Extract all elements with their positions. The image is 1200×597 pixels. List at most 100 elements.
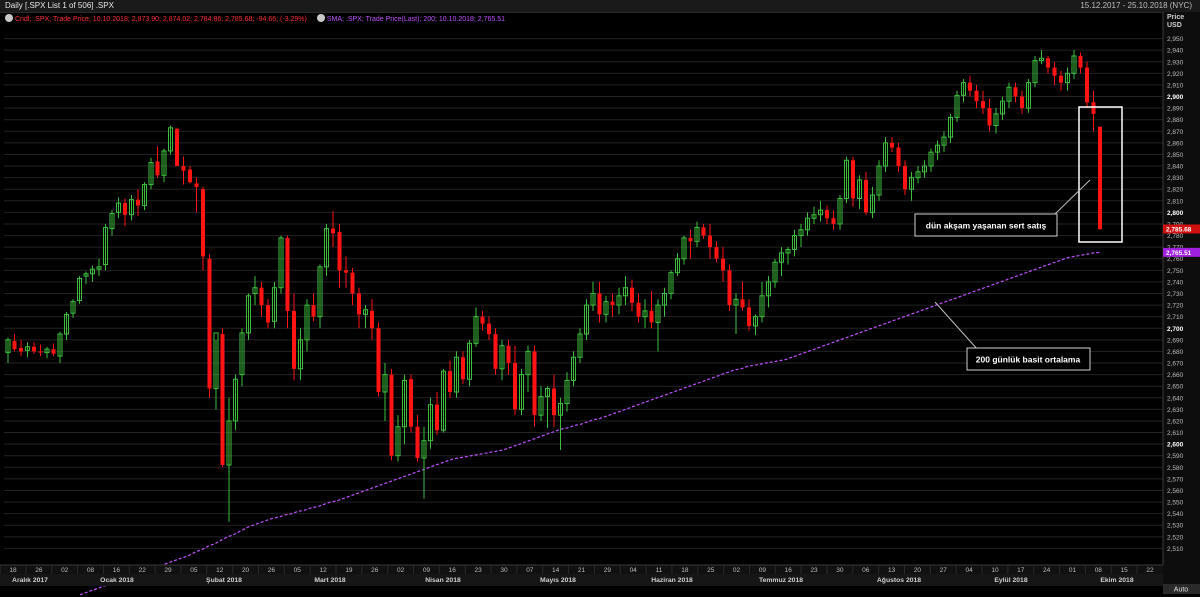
candle-body xyxy=(187,169,193,183)
candle-body xyxy=(831,218,836,224)
candle-body xyxy=(1091,102,1096,114)
candle xyxy=(291,293,297,381)
y-tick-label: 2,900 xyxy=(1167,94,1184,101)
candle xyxy=(993,108,999,134)
candle xyxy=(128,195,135,221)
candle xyxy=(791,229,798,257)
candle-body xyxy=(447,371,453,392)
candle xyxy=(337,223,342,288)
y-tick-label: 2,830 xyxy=(1167,175,1184,182)
candle xyxy=(506,339,511,375)
candle xyxy=(1006,82,1012,109)
y-tick-label: 2,690 xyxy=(1167,337,1184,344)
y-tick-label: 2,850 xyxy=(1167,152,1184,159)
candle-body xyxy=(389,374,394,456)
month-label: Eylül 2018 xyxy=(994,577,1027,584)
candle xyxy=(740,281,745,311)
candle xyxy=(76,276,83,304)
candle xyxy=(941,131,947,153)
candle-body xyxy=(369,310,375,329)
candle xyxy=(583,299,590,340)
candle-body xyxy=(649,310,654,323)
candle-body xyxy=(337,232,342,271)
candle xyxy=(1058,71,1064,91)
candle xyxy=(577,328,583,364)
candle xyxy=(1025,79,1032,113)
candle xyxy=(382,363,388,421)
candle xyxy=(109,210,115,236)
candle xyxy=(304,299,310,352)
candle-body xyxy=(122,203,128,215)
candle xyxy=(850,156,856,207)
x-tick-label: 10 xyxy=(991,567,999,574)
candle-body xyxy=(1084,67,1090,103)
y-tick-label: 2,590 xyxy=(1167,453,1184,460)
candle xyxy=(207,254,212,398)
x-tick-label: 02 xyxy=(397,567,405,574)
candle-body xyxy=(824,210,830,219)
candle-body xyxy=(480,316,485,324)
y-tick-label: 2,640 xyxy=(1167,395,1184,402)
candle-body xyxy=(512,363,518,410)
candle-body xyxy=(636,302,641,317)
candle xyxy=(525,345,531,392)
x-tick-label: 16 xyxy=(449,567,457,574)
candle-body xyxy=(896,147,901,167)
candle-body xyxy=(701,227,706,236)
month-label: Şubat 2018 xyxy=(206,577,242,584)
candle xyxy=(974,84,979,109)
x-tick-label: 23 xyxy=(810,567,818,574)
candle xyxy=(317,264,323,329)
x-tick-label: 27 xyxy=(940,567,948,574)
candle xyxy=(674,252,681,277)
candle-body xyxy=(350,272,355,294)
candle xyxy=(967,75,973,97)
candle xyxy=(434,391,440,435)
y-tick-label: 2,920 xyxy=(1167,71,1184,78)
candle-body xyxy=(974,90,979,102)
candle-body xyxy=(415,426,420,459)
candle xyxy=(746,299,752,331)
y-tick-label: 2,700 xyxy=(1167,326,1184,333)
candle xyxy=(1071,50,1077,80)
candle xyxy=(908,171,915,201)
candle xyxy=(1078,52,1083,74)
candle-body xyxy=(259,287,264,306)
x-tick-label: 01 xyxy=(1069,567,1077,574)
x-tick-label: 13 xyxy=(888,567,896,574)
x-tick-label: 18 xyxy=(681,567,689,574)
candle xyxy=(856,175,863,209)
month-label: Ağustos 2018 xyxy=(877,577,921,584)
x-tick-label: 29 xyxy=(164,567,172,574)
candle-body xyxy=(889,142,895,148)
candle-body xyxy=(1019,96,1025,109)
candle xyxy=(649,291,654,329)
sma-series xyxy=(79,251,1101,596)
candle-body xyxy=(688,237,693,242)
candle-body xyxy=(707,235,713,248)
candle xyxy=(636,293,641,323)
x-tick-label: 07 xyxy=(526,567,534,574)
auto-button[interactable]: Auto xyxy=(1174,587,1189,594)
candle-body xyxy=(38,351,43,353)
y-tick-label: 2,750 xyxy=(1167,268,1184,275)
candle-body xyxy=(460,357,466,380)
month-label: Haziran 2018 xyxy=(651,577,693,584)
month-band xyxy=(0,574,1163,586)
y-tick-label: 2,910 xyxy=(1167,82,1184,89)
candle xyxy=(232,374,239,431)
candle-body xyxy=(1078,55,1083,68)
candle xyxy=(1019,90,1025,114)
candle-body xyxy=(200,189,206,257)
candle-body xyxy=(174,128,180,167)
candle xyxy=(259,281,264,317)
x-tick-label: 08 xyxy=(1095,567,1103,574)
candle xyxy=(473,307,479,347)
candle-body xyxy=(746,307,752,326)
price-chart[interactable]: PriceUSD 2,510 2,520 2,530 2,540 2,550 2,560 2,… xyxy=(0,0,1200,597)
candle-body xyxy=(181,166,186,171)
x-tick-label: 08 xyxy=(87,567,95,574)
candle xyxy=(38,344,43,357)
candle xyxy=(5,337,11,364)
candle xyxy=(1045,55,1051,74)
